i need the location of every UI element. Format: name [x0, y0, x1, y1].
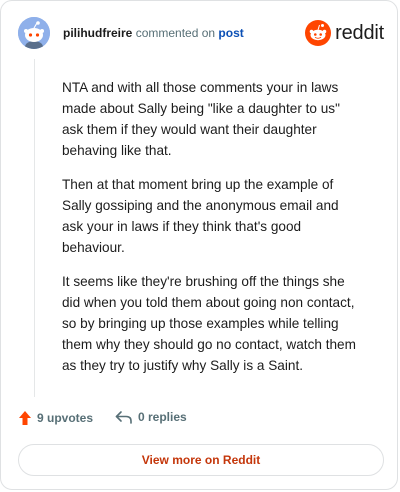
upvote-count: 9 upvotes — [37, 411, 94, 425]
reddit-logo[interactable]: reddit — [305, 19, 384, 47]
comment-embed-card: pilihudfreire commented on post reddit N… — [0, 0, 398, 490]
thread-line — [34, 59, 35, 397]
comment-header: pilihudfreire commented on post reddit — [18, 17, 384, 49]
user-avatar[interactable] — [18, 17, 50, 49]
upvote-button[interactable]: 9 upvotes — [18, 410, 93, 426]
comment-meta: pilihudfreire commented on post — [63, 26, 244, 40]
comment-paragraph: It seems like they're brushing off the t… — [62, 274, 356, 373]
commented-on-text: commented on — [135, 26, 216, 40]
replies-button[interactable]: 0 replies — [115, 410, 187, 424]
comment-actions: 9 upvotes 0 replies — [18, 410, 384, 430]
reply-arrow-icon — [115, 411, 132, 424]
username-link[interactable]: pilihudfreire — [63, 26, 132, 40]
reply-count: 0 replies — [138, 410, 187, 424]
upvote-arrow-icon — [19, 411, 31, 425]
post-link[interactable]: post — [218, 26, 243, 40]
comment-paragraph: NTA and with all those comments your in … — [62, 80, 340, 158]
reddit-logo-icon — [305, 20, 332, 46]
comment-body: NTA and with all those comments your in … — [62, 77, 362, 389]
reddit-wordmark: reddit — [335, 21, 384, 44]
view-more-button[interactable]: View more on Reddit — [18, 444, 384, 476]
comment-paragraph: Then at that moment bring up the example… — [62, 177, 339, 255]
snoo-avatar-icon — [18, 17, 50, 49]
